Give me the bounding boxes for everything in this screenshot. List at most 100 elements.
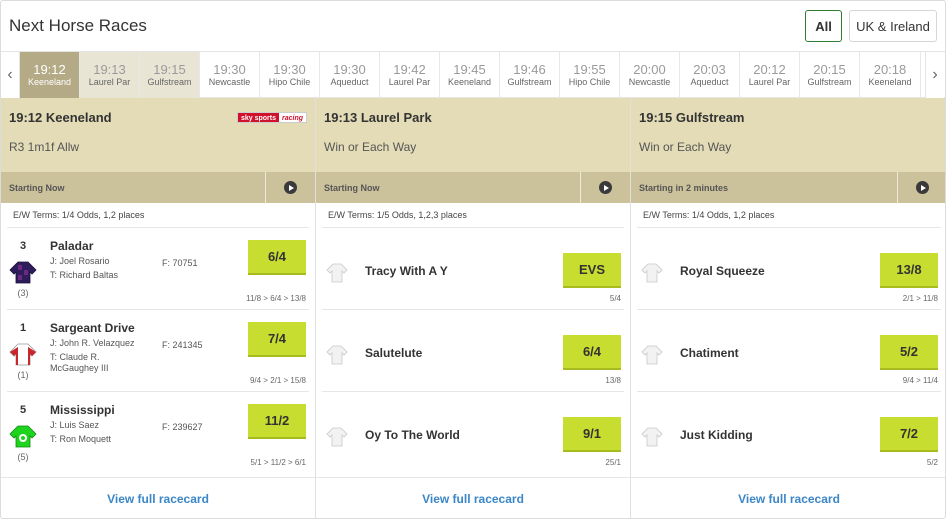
default-silk-icon [326, 263, 348, 283]
runner-row: Royal Squeeze 13/8 2/1 > 11/8 [631, 228, 945, 310]
runner-row: 3 (3) Paladar J: Joel Rosario T: Richard… [1, 228, 315, 310]
race-card-keeneland: 19:12 Keeneland R3 1m1f Allw sky sports … [1, 98, 316, 518]
slot-time: 19:55 [573, 62, 606, 77]
default-silk-icon [326, 345, 348, 365]
view-full-racecard-link[interactable]: View full racecard [316, 492, 630, 506]
each-way-terms: E/W Terms: 1/5 Odds, 1,2,3 places [328, 210, 467, 220]
divider [631, 477, 945, 478]
race-status-bar: Starting in 2 minutes [631, 172, 945, 203]
runner-row: Just Kidding 7/2 5/2 [631, 392, 945, 474]
view-full-racecard-link[interactable]: View full racecard [631, 492, 945, 506]
runner-row: Salutelute 6/4 13/8 [316, 310, 630, 392]
slot-venue: Gulfstream [147, 77, 192, 87]
previous-odds: 11/8 > 6/4 > 13/8 [246, 294, 306, 303]
runner-name: Oy To The World [365, 428, 460, 442]
jockey-silk-icon [9, 425, 37, 448]
sky-sports-racing-logo: sky sports racing [236, 112, 307, 123]
jockey-silk-icon [9, 261, 37, 284]
race-slot[interactable]: 19:15 Gulfstream [140, 52, 200, 98]
slot-venue: Newcastle [628, 77, 671, 87]
default-silk-icon [326, 427, 348, 447]
widget-header: Next Horse Races All UK & Ireland [1, 1, 945, 49]
odds-button[interactable]: 13/8 [880, 253, 938, 288]
runner-draw: (3) [17, 288, 29, 298]
slot-venue: Laurel Par [748, 77, 791, 87]
play-button[interactable] [580, 172, 630, 203]
race-slot[interactable]: 20:00 Newcastle [620, 52, 680, 98]
chevron-left-icon[interactable]: ‹ [1, 52, 20, 98]
each-way-terms: E/W Terms: 1/4 Odds, 1,2 places [13, 210, 145, 220]
odds-button[interactable]: 7/4 [248, 322, 306, 357]
slot-venue: Hipo Chile [568, 77, 611, 87]
filter-all-button[interactable]: All [805, 10, 842, 42]
race-card-laurel-park: 19:13 Laurel Park Win or Each Way Starti… [316, 98, 631, 518]
runner-name: Tracy With A Y [365, 264, 448, 278]
slot-time: 20:15 [813, 62, 846, 77]
race-status: Starting in 2 minutes [639, 183, 729, 193]
runner-trainer: T: Claude R. McGaughey III [50, 352, 109, 373]
odds-button[interactable]: 7/2 [880, 417, 938, 452]
runner-name: Mississippi [50, 403, 115, 417]
race-title: 19:15 Gulfstream [639, 110, 745, 125]
race-slot[interactable]: 19:30 Hipo Chile [260, 52, 320, 98]
broadcaster-name: sky sports [237, 113, 279, 122]
race-slot[interactable]: 19:46 Gulfstream [500, 52, 560, 98]
race-card-header: 19:12 Keeneland R3 1m1f Allw sky sports … [1, 98, 315, 172]
race-card-gulfstream: 19:15 Gulfstream Win or Each Way Startin… [631, 98, 945, 518]
race-subtitle: Win or Each Way [639, 140, 732, 154]
runner-row: Chatiment 5/2 9/4 > 11/4 [631, 310, 945, 392]
odds-button[interactable]: 11/2 [248, 404, 306, 439]
divider [316, 477, 630, 478]
chevron-right-icon[interactable]: › [925, 52, 944, 98]
broadcaster-channel: racing [278, 113, 306, 122]
slot-venue: Gulfstream [507, 77, 552, 87]
runner-jockey: J: Joel Rosario [50, 256, 110, 266]
odds-button[interactable]: EVS [563, 253, 621, 288]
slot-venue: Newcastle [208, 77, 251, 87]
previous-odds: 25/1 [605, 458, 621, 467]
play-button[interactable] [897, 172, 945, 203]
race-slot[interactable]: 20:12 Laurel Par [740, 52, 800, 98]
each-way-terms: E/W Terms: 1/4 Odds, 1,2 places [643, 210, 775, 220]
runner-trainer: T: Ron Moquett [50, 434, 112, 444]
runner-number: 3 [19, 240, 27, 252]
default-silk-icon [641, 345, 663, 365]
runner-name: Salutelute [365, 346, 423, 360]
filter-uk-ireland-button[interactable]: UK & Ireland [849, 10, 937, 42]
runner-name: Sargeant Drive [50, 321, 135, 335]
view-full-racecard-link[interactable]: View full racecard [1, 492, 315, 506]
slot-time: 19:12 [33, 62, 66, 77]
slot-time: 19:45 [453, 62, 486, 77]
runner-row: 1 (1) Sargeant Drive J: John R. Velazque… [1, 310, 315, 392]
slot-venue: Hipo Chile [268, 77, 311, 87]
race-slot[interactable]: 20:15 Gulfstream [800, 52, 860, 98]
default-silk-icon [641, 427, 663, 447]
runner-name: Royal Squeeze [680, 264, 765, 278]
race-slot[interactable]: 19:30 Aqueduct [320, 52, 380, 98]
race-slot[interactable]: 19:30 Newcastle [200, 52, 260, 98]
race-status: Starting Now [9, 183, 65, 193]
runner-row: Oy To The World 9/1 25/1 [316, 392, 630, 474]
race-slot[interactable]: 19:42 Laurel Par [380, 52, 440, 98]
odds-button[interactable]: 6/4 [248, 240, 306, 275]
race-slot[interactable]: 20:03 Aqueduct [680, 52, 740, 98]
slot-time: 19:46 [513, 62, 546, 77]
odds-button[interactable]: 6/4 [563, 335, 621, 370]
previous-odds: 5/4 [609, 294, 621, 303]
slot-time: 19:30 [213, 62, 246, 77]
race-slot[interactable]: 19:55 Hipo Chile [560, 52, 620, 98]
runner-row: 5 (5) Mississippi J: Luis Saez T: Ron Mo… [1, 392, 315, 474]
race-slot[interactable]: 20:18 Keeneland [860, 52, 921, 98]
runner-row: Tracy With A Y EVS 5/4 [316, 228, 630, 310]
slot-venue: Aqueduct [330, 77, 369, 87]
odds-button[interactable]: 5/2 [880, 335, 938, 370]
odds-button[interactable]: 9/1 [563, 417, 621, 452]
slot-time: 19:30 [333, 62, 366, 77]
race-slot[interactable]: 19:12 Keeneland [20, 52, 80, 98]
play-button[interactable] [265, 172, 315, 203]
race-slot[interactable]: 19:45 Keeneland [440, 52, 500, 98]
jockey-silk-icon [9, 343, 37, 366]
race-slot[interactable]: 19:13 Laurel Par [80, 52, 140, 98]
runner-name: Just Kidding [680, 428, 753, 442]
slot-time: 19:30 [273, 62, 306, 77]
